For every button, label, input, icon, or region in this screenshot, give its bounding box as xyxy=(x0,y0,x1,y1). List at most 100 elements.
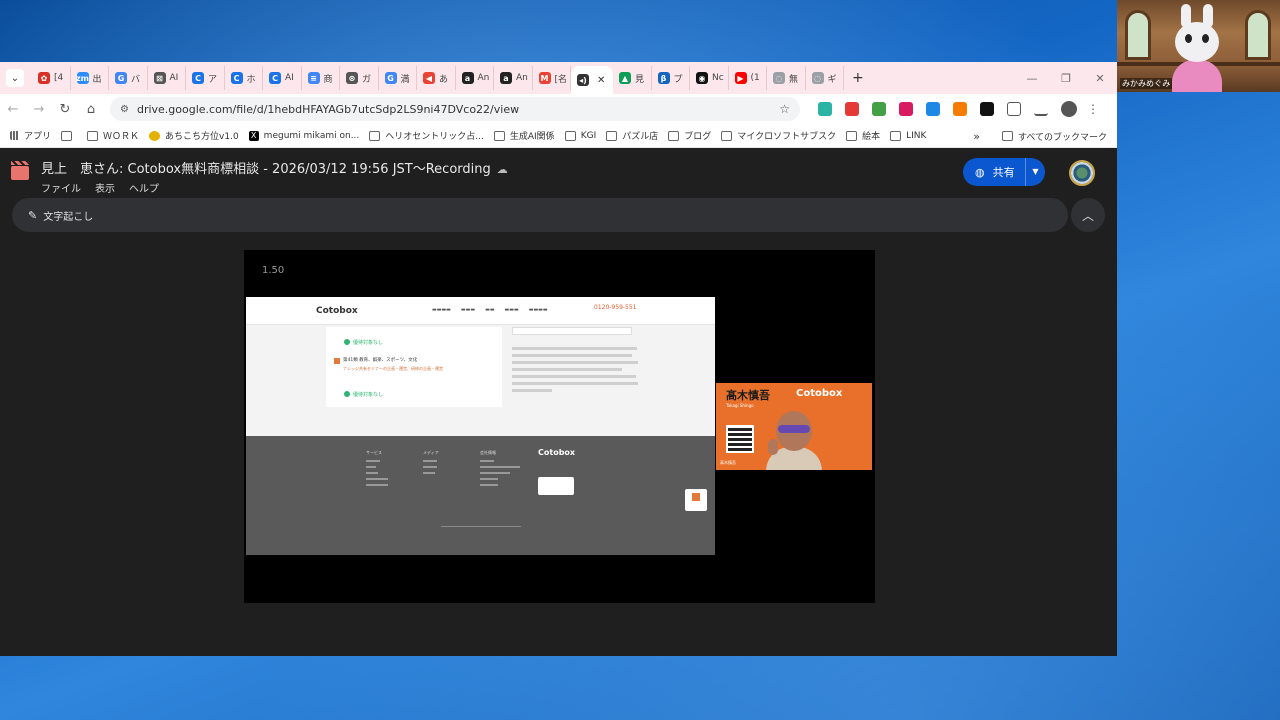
tab-favicon-icon: ◀ xyxy=(423,72,435,84)
bookmark-grid[interactable] xyxy=(61,130,77,141)
bookmark-achikochi[interactable]: あちこち方位v1.0 xyxy=(149,129,239,142)
x-logo-icon: X xyxy=(248,130,259,141)
extension-icon[interactable] xyxy=(818,102,832,116)
bookmark-folder-puzzle[interactable]: パズル店 xyxy=(606,129,658,142)
all-bookmarks-link[interactable]: すべてのブックマーク xyxy=(1018,130,1107,143)
bookmark-folder-genai[interactable]: 生成AI関係 xyxy=(493,129,555,142)
browser-tab[interactable]: C AI xyxy=(263,66,302,90)
address-bar[interactable]: ⚙ drive.google.com/file/d/1hebdHFAYAGb7u… xyxy=(110,97,800,121)
collapse-chevron-icon[interactable]: ︿ xyxy=(1071,198,1105,232)
browser-tab[interactable]: ▶ (1 xyxy=(729,66,767,90)
card-status: 優待対象なし xyxy=(353,392,384,398)
minimize-button[interactable]: — xyxy=(1015,72,1049,85)
text-line xyxy=(512,361,638,364)
footer-col-title: サービス xyxy=(366,450,382,455)
menu-kebab-icon[interactable]: ⋮ xyxy=(1087,102,1099,116)
close-window-button[interactable]: ✕ xyxy=(1083,72,1117,85)
tab-favicon-icon: ✿ xyxy=(38,72,50,84)
browser-tab[interactable]: ✿ [4 xyxy=(32,66,71,90)
bookmark-label: 絵本 xyxy=(862,132,881,142)
media-control-icon[interactable] xyxy=(1034,102,1048,116)
site-nav-item: ▬▬▬ xyxy=(504,307,519,313)
browser-tab[interactable]: M [名 xyxy=(533,66,571,90)
account-avatar[interactable] xyxy=(1069,160,1095,186)
forward-button[interactable]: → xyxy=(26,102,52,117)
browser-tab[interactable]: zm 出 xyxy=(71,66,109,90)
tab-favicon-icon: ≡ xyxy=(307,72,320,84)
browser-tab[interactable]: ≡ 商 xyxy=(302,66,340,90)
chat-widget-icon xyxy=(685,489,707,511)
share-button[interactable]: ◍ 共有 ▼ xyxy=(963,158,1045,186)
bookmark-folder-microsoft[interactable]: マイクロソフトサブスク xyxy=(721,129,836,142)
footer-link xyxy=(423,460,437,462)
bookmark-star-icon[interactable]: ☆ xyxy=(779,102,790,116)
browser-tab[interactable]: G満 xyxy=(379,66,417,90)
extension-icon[interactable] xyxy=(899,102,913,116)
tab-favicon-icon: β xyxy=(657,72,670,84)
bookmark-folder-work[interactable]: ＷＯＲＫ xyxy=(87,129,139,142)
tab-close-icon[interactable]: ✕ xyxy=(597,75,605,86)
person-hand xyxy=(768,439,778,455)
footer-logo: Cotobox xyxy=(538,448,576,457)
browser-toolbar: ← → ↻ ⌂ ⚙ drive.google.com/file/d/1hebdH… xyxy=(0,94,1117,124)
profile-avatar[interactable] xyxy=(1061,101,1077,117)
tab-label: プ xyxy=(673,74,683,85)
video-player[interactable]: 1.50 Cotobox ▬▬▬▬ ▬▬▬ ▬▬ ▬▬▬ ▬▬▬▬ 0120-9… xyxy=(244,250,875,603)
notes-column xyxy=(512,327,642,402)
browser-tab[interactable]: βプ xyxy=(652,66,690,90)
bookmark-label: megumi mikami on... xyxy=(263,130,360,141)
speaker-romaji: Takagi Shingo xyxy=(726,403,754,408)
back-button[interactable]: ← xyxy=(0,102,26,117)
transcript-bar[interactable]: ✎ 文字起こし xyxy=(12,198,1068,232)
browser-tab[interactable]: Gバ xyxy=(109,66,148,90)
bookmark-folder-kgi[interactable]: KGI xyxy=(564,130,596,141)
browser-tab[interactable]: ◀ あ xyxy=(417,66,456,90)
tab-label: An xyxy=(477,73,490,83)
notion-icon[interactable] xyxy=(980,102,994,116)
maximize-button[interactable]: ❐ xyxy=(1049,72,1083,85)
browser-tab[interactable]: Cホ xyxy=(225,66,263,90)
reload-button[interactable]: ↻ xyxy=(52,102,78,117)
tab-favicon-icon: C xyxy=(230,72,243,84)
share-label: 共有 xyxy=(992,166,1015,179)
folder-icon xyxy=(668,130,680,141)
home-button[interactable]: ⌂ xyxy=(78,102,104,117)
puzzle-extensions-icon[interactable] xyxy=(1007,102,1021,116)
menu-help[interactable]: ヘルプ xyxy=(129,180,159,195)
tab-label: Nc xyxy=(712,73,724,83)
browser-tab[interactable]: ▲ 見 xyxy=(613,66,652,90)
browser-tab[interactable]: a An xyxy=(494,66,533,90)
bookmark-folder-ehon[interactable]: 絵本 xyxy=(846,129,880,142)
video-file-icon xyxy=(11,161,29,180)
browser-tab[interactable]: ◌ 無 xyxy=(767,66,806,90)
site-info-icon[interactable]: ⚙ xyxy=(120,104,129,115)
browser-tab[interactable]: ◌ ギ xyxy=(806,66,844,90)
bookmarks-overflow-button[interactable]: » xyxy=(973,130,980,143)
extension-icon[interactable] xyxy=(926,102,940,116)
extension-icon[interactable] xyxy=(845,102,859,116)
browser-tab[interactable]: ◉ Nc xyxy=(690,66,729,90)
footer-link xyxy=(366,478,388,480)
browser-tab[interactable]: ◂) ✕ xyxy=(571,66,613,94)
avatar-head xyxy=(1175,22,1219,62)
tab-label: 見 xyxy=(635,74,645,85)
new-tab-button[interactable]: + xyxy=(852,70,864,86)
menu-view[interactable]: 表示 xyxy=(95,180,115,195)
menu-file[interactable]: ファイル xyxy=(41,180,81,195)
certification-badge xyxy=(538,477,574,495)
metamask-icon[interactable] xyxy=(953,102,967,116)
browser-tab[interactable]: ⊛ ガ xyxy=(340,66,379,90)
file-title-row: 見上 恵さん: Cotobox無料商標相談 - 2026/03/12 19:56… xyxy=(41,158,508,177)
bookmark-folder-blog[interactable]: ブログ xyxy=(668,129,711,142)
tab-search-button[interactable]: ⌄ xyxy=(6,69,24,87)
bookmark-folder-link[interactable]: LINK xyxy=(890,130,926,141)
browser-tab[interactable]: ⊠ AI xyxy=(148,66,186,90)
browser-tab[interactable]: Cア xyxy=(186,66,225,90)
extension-icon[interactable] xyxy=(872,102,886,116)
bookmark-heliocentric[interactable]: ヘリオセントリック占... xyxy=(369,129,484,142)
browser-tab[interactable]: a An xyxy=(456,66,494,90)
bookmark-x-profile[interactable]: Xmegumi mikami on... xyxy=(248,130,360,141)
share-dropdown-icon[interactable]: ▼ xyxy=(1025,158,1045,186)
bookmark-apps[interactable]: アプリ xyxy=(10,129,51,142)
text-line xyxy=(512,368,622,371)
